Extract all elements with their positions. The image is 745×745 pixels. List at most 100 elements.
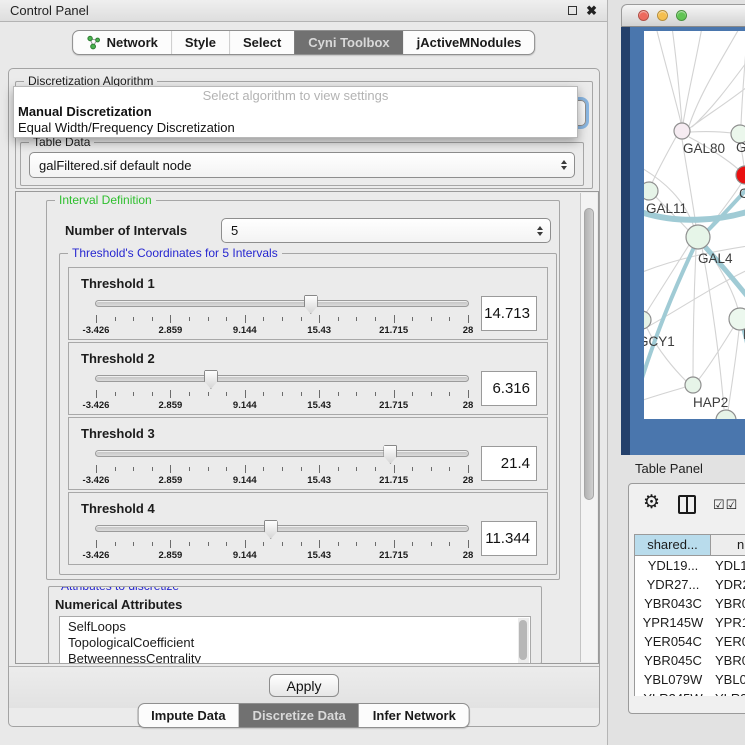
attribute-item-selfloops[interactable]: SelfLoops — [68, 619, 530, 635]
numerical-attributes-list[interactable]: SelfLoopsTopologicalCoefficientBetweenne… — [59, 616, 531, 664]
tab-label: Discretize Data — [253, 708, 346, 723]
column-header-shared-name[interactable]: shared... — [635, 535, 711, 555]
tab-jactivemnodules[interactable]: jActiveMNodules — [403, 31, 535, 54]
threshold-value-field[interactable] — [481, 296, 537, 331]
threshold-panel-3: Threshold 3 -3.4262.8599.14415.4321.7152… — [68, 417, 548, 490]
tab-style[interactable]: Style — [171, 31, 229, 54]
columns-icon[interactable] — [678, 495, 696, 514]
tab-discretize-data[interactable]: Discretize Data — [239, 704, 359, 727]
cell-shared-name: YBR045C — [635, 651, 711, 670]
tick-mark — [189, 392, 190, 396]
slider-track[interactable] — [95, 300, 469, 307]
axis-tick-label: -3.426 — [83, 325, 110, 336]
slider-track[interactable] — [95, 525, 469, 532]
axis-tick-label: 28 — [463, 325, 474, 336]
tick-mark — [133, 392, 134, 396]
network-node-gal4[interactable] — [686, 225, 710, 249]
tick-mark — [226, 317, 227, 321]
attributes-scrollbar[interactable] — [518, 618, 529, 664]
table-row[interactable]: YDL19...YDL1 — [635, 556, 745, 575]
table-row[interactable]: YER054CYER0 — [635, 632, 745, 651]
tick-mark — [189, 542, 190, 546]
algorithm-option-select-algorithm-to-view-settings[interactable]: Select algorithm to view settings — [14, 88, 577, 104]
tab-label: Select — [243, 35, 281, 50]
tab-infer-network[interactable]: Infer Network — [359, 704, 469, 727]
float-panel-icon[interactable] — [568, 6, 577, 15]
threshold-value-field[interactable] — [481, 371, 537, 406]
network-label: GAL4 — [698, 251, 733, 266]
number-of-intervals-combobox[interactable]: 5 — [221, 218, 551, 243]
table-header-row: shared... n — [634, 534, 745, 556]
slider-thumb[interactable] — [264, 520, 278, 539]
axis-tick-label: 15.43 — [307, 475, 331, 486]
tick-mark — [170, 390, 171, 398]
table-row[interactable]: YBR043CYBR0 — [635, 594, 745, 613]
column-header-name[interactable]: n — [711, 535, 745, 555]
network-node-gal80[interactable] — [674, 123, 690, 139]
slider-thumb[interactable] — [383, 445, 397, 464]
threshold-label: Threshold 4 — [81, 501, 537, 516]
tab-cyni-toolbox[interactable]: Cyni Toolbox — [294, 31, 402, 54]
table-row[interactable]: YDR27...YDR2 — [635, 575, 745, 594]
threshold-value-field[interactable] — [481, 446, 537, 481]
slider-track[interactable] — [95, 450, 469, 457]
tick-mark — [338, 467, 339, 471]
network-node-gcy1[interactable] — [644, 311, 651, 329]
tick-mark — [170, 465, 171, 473]
tick-mark — [338, 317, 339, 321]
settings-scrollbar[interactable] — [580, 193, 597, 662]
scrollbar-thumb[interactable] — [519, 620, 527, 660]
checkboxes-icon[interactable]: ☑☑ — [713, 497, 738, 513]
control-panel-window: Control Panel ✖ NetworkStyleSelectCyni T… — [0, 0, 608, 745]
algorithm-option-equal-width-frequency-discretization[interactable]: Equal Width/Frequency Discretization — [14, 120, 577, 136]
table-panel: ⚙ ☑☑ shared... n YDL19...YDL1YDR27...YDR… — [628, 483, 745, 714]
threshold-value-field[interactable] — [481, 521, 537, 556]
interval-definition-title: Interval Definition — [55, 193, 156, 207]
attribute-item-topologicalcoefficient[interactable]: TopologicalCoefficient — [68, 635, 530, 651]
table-row[interactable]: YBL079WYBL0 — [635, 670, 745, 689]
tick-mark — [319, 315, 320, 323]
tick-mark — [245, 540, 246, 548]
mac-minimize-icon[interactable] — [657, 10, 668, 21]
close-icon[interactable]: ✖ — [586, 4, 597, 17]
table-row[interactable]: YLR345WYLR3 — [635, 689, 745, 696]
threshold-slider: -3.4262.8599.14415.4321.71528 — [95, 294, 469, 338]
threshold-slider: -3.4262.8599.14415.4321.71528 — [95, 519, 469, 563]
table-data-value: galFiltered.sif default node — [39, 158, 191, 173]
table-row[interactable]: YPR145WYPR1 — [635, 613, 745, 632]
mac-close-icon[interactable] — [638, 10, 649, 21]
scrollbar-thumb[interactable] — [584, 208, 594, 500]
number-of-intervals-row: Number of Intervals 5 — [65, 218, 551, 243]
network-canvas[interactable]: GAL80GACGAL11GAL4GCY1HHAP2 — [644, 31, 745, 419]
table-data-combobox[interactable]: galFiltered.sif default node — [29, 152, 575, 178]
tick-mark — [208, 317, 209, 321]
slider-ticks — [96, 315, 468, 324]
slider-track[interactable] — [95, 375, 469, 382]
slider-thumb[interactable] — [304, 295, 318, 314]
cell-name: YPR1 — [711, 613, 745, 632]
network-node-hap2[interactable] — [685, 377, 701, 393]
tab-network[interactable]: Network — [73, 31, 171, 54]
tick-mark — [208, 467, 209, 471]
axis-tick-label: 15.43 — [307, 550, 331, 561]
gear-icon[interactable]: ⚙ — [643, 493, 660, 512]
attribute-item-betweennesscentrality[interactable]: BetweennessCentrality — [68, 651, 530, 664]
network-view-window: GAL80GACGAL11GAL4GCY1HHAP2 — [621, 4, 745, 455]
network-label: C — [739, 186, 745, 201]
tick-mark — [133, 317, 134, 321]
mac-zoom-icon[interactable] — [676, 10, 687, 21]
tick-mark — [282, 317, 283, 321]
table-row[interactable]: YBR045CYBR0 — [635, 651, 745, 670]
network-node-gal11[interactable] — [644, 182, 658, 200]
tick-mark — [152, 317, 153, 321]
slider-thumb[interactable] — [204, 370, 218, 389]
tick-mark — [356, 542, 357, 546]
apply-button[interactable]: Apply — [269, 674, 339, 697]
tick-mark — [263, 542, 264, 546]
tab-impute-data[interactable]: Impute Data — [138, 704, 238, 727]
network-icon — [86, 35, 101, 50]
algorithm-option-manual-discretization[interactable]: Manual Discretization — [14, 104, 577, 120]
tab-select[interactable]: Select — [229, 31, 294, 54]
network-node-bottom-partial[interactable] — [716, 410, 736, 419]
axis-tick-label: 9.144 — [233, 475, 257, 486]
